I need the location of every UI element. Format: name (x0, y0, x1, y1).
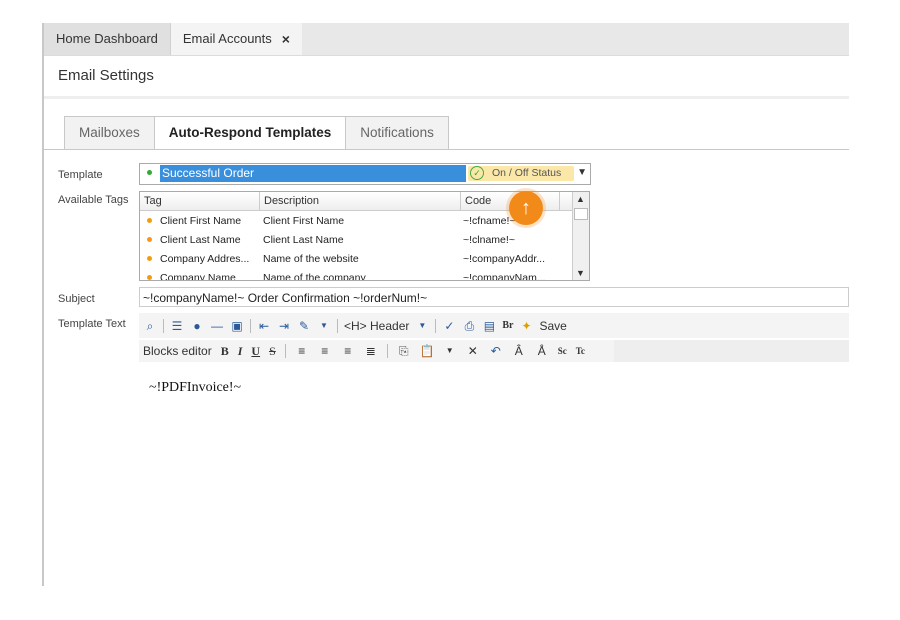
code-cell: ~!companyAddr... (463, 252, 546, 265)
toolbar-filler (614, 340, 849, 362)
align-right-icon[interactable]: ≡ (341, 344, 355, 358)
tag-dot-icon (147, 255, 152, 261)
table-row[interactable]: Company Name Name of the company ~!compa… (140, 268, 589, 281)
active-dot-icon (147, 170, 152, 175)
status-toggle[interactable]: ✓ On / Off Status (468, 166, 574, 181)
indent-icon[interactable]: ⇥ (277, 319, 291, 333)
tab-notifications[interactable]: Notifications (345, 116, 449, 150)
justify-icon[interactable]: ≣ (364, 344, 378, 358)
column-header-tag[interactable]: Tag (140, 192, 260, 210)
chevron-down-icon[interactable]: ▼ (317, 319, 331, 333)
description-cell: Client Last Name (263, 233, 344, 246)
dropdown-arrow-icon[interactable]: ▼ (577, 167, 587, 178)
description-cell: Client First Name (263, 214, 345, 227)
blocks-editor-button[interactable]: Blocks editor (143, 344, 212, 358)
divider (163, 318, 164, 333)
tc-button[interactable]: Tc (576, 346, 585, 356)
status-label: On / Off Status (492, 167, 562, 179)
table-row[interactable]: Client Last Name Client Last Name ~!clna… (140, 230, 589, 249)
subject-input[interactable]: ~!companyName!~ Order Confirmation ~!ord… (139, 287, 849, 307)
image-icon[interactable]: ▣ (230, 319, 244, 333)
tag-dot-icon (147, 274, 152, 280)
template-text-editor[interactable]: ~!PDFInvoice!~ (139, 368, 849, 568)
tab-home-dashboard[interactable]: Home Dashboard (44, 23, 171, 55)
undo-icon[interactable]: ↶ (489, 344, 503, 358)
find-icon[interactable]: ⌕ (143, 319, 157, 333)
br-button[interactable]: Br (502, 320, 513, 331)
code-cell: ~!companyNam... (463, 271, 546, 281)
tag-cell: Company Addres... (160, 252, 250, 265)
paste-icon[interactable]: 📋 (420, 344, 435, 358)
column-header-description[interactable]: Description (260, 192, 461, 210)
cut-icon[interactable]: ✕ (466, 344, 480, 358)
strikethrough-button[interactable]: S (269, 344, 276, 359)
tag-dot-icon (147, 217, 152, 223)
editor-content: ~!PDFInvoice!~ (149, 380, 242, 395)
tab-mailboxes[interactable]: Mailboxes (64, 116, 155, 150)
highlight-icon[interactable]: ✎ (297, 319, 311, 333)
page-title: Email Settings (44, 56, 849, 99)
tag-cell: Client First Name (160, 214, 242, 227)
description-cell: Name of the company (263, 271, 366, 281)
html-icon[interactable]: ▤ (482, 319, 496, 333)
description-cell: Name of the website (263, 252, 359, 265)
chevron-down-icon[interactable]: ▼ (443, 344, 457, 358)
spellcheck-icon[interactable]: ✓ (442, 319, 456, 333)
align-left-icon[interactable]: ≡ (295, 344, 309, 358)
tag-cell: Client Last Name (160, 233, 241, 246)
table-row[interactable]: Company Addres... Name of the website ~!… (140, 249, 589, 268)
template-value: Successful Order (160, 165, 466, 182)
subscript-icon[interactable]: Å (535, 344, 549, 358)
divider (250, 318, 251, 333)
italic-button[interactable]: I (238, 344, 243, 359)
template-label: Template (58, 169, 103, 181)
header-dropdown[interactable]: <H> Header (344, 319, 409, 333)
align-center-icon[interactable]: ≡ (318, 344, 332, 358)
tab-email-accounts[interactable]: Email Accounts × (170, 23, 302, 55)
divider (44, 149, 849, 150)
tab-label: Home Dashboard (56, 31, 158, 46)
sub-tab-bar: Mailboxes Auto-Respond Templates Notific… (64, 116, 449, 150)
bold-button[interactable]: B (221, 344, 229, 359)
horizontal-rule-icon[interactable]: — (210, 319, 224, 333)
sc-button[interactable]: Sc (558, 346, 567, 356)
underline-button[interactable]: U (251, 344, 260, 359)
tag-dot-icon (147, 236, 152, 242)
scroll-down-icon[interactable]: ▼ (576, 268, 585, 278)
divider (435, 318, 437, 333)
scroll-thumb[interactable] (574, 208, 588, 220)
top-tab-bar: Home Dashboard Email Accounts × (44, 23, 849, 56)
list-icon[interactable]: ☰ (170, 319, 184, 333)
tab-auto-respond-templates[interactable]: Auto-Respond Templates (153, 116, 347, 150)
divider (284, 344, 286, 358)
scroll-to-top-button[interactable]: ↑ (509, 191, 543, 225)
app-window: Home Dashboard Email Accounts × Email Se… (42, 23, 849, 586)
format-toolbar: Blocks editor B I U S ≡ ≡ ≡ ≣ ⎘ 📋 ▼ ✕ ↶ … (139, 340, 614, 362)
scroll-up-icon[interactable]: ▲ (576, 194, 585, 204)
template-text-label: Template Text (58, 318, 126, 330)
available-tags-label: Available Tags (58, 194, 129, 206)
divider (386, 344, 388, 358)
check-icon: ✓ (470, 166, 484, 180)
clean-icon[interactable]: ✦ (519, 319, 533, 333)
superscript-icon[interactable]: Â (512, 344, 526, 358)
code-cell: ~!clname!~ (463, 233, 515, 246)
editor-toolbar: ⌕ ☰ ● — ▣ ⇤ ⇥ ✎ ▼ <H> Header ▼ ✓ ⎙ ▤ Br … (139, 313, 849, 338)
grid-scrollbar[interactable]: ▲ ▼ (572, 192, 589, 280)
copy-icon[interactable]: ⎘ (397, 344, 411, 358)
chevron-down-icon[interactable]: ▼ (415, 319, 429, 333)
tag-cell: Company Name (160, 271, 236, 281)
tab-label: Email Accounts (182, 31, 272, 46)
divider (337, 318, 338, 333)
close-icon[interactable]: × (282, 23, 290, 55)
outdent-icon[interactable]: ⇤ (257, 319, 271, 333)
link-icon[interactable]: ● (190, 319, 204, 333)
print-icon[interactable]: ⎙ (462, 319, 476, 333)
template-select[interactable]: Successful Order ✓ On / Off Status ▼ (139, 163, 591, 185)
subject-label: Subject (58, 293, 95, 305)
save-button[interactable]: Save (539, 319, 566, 333)
